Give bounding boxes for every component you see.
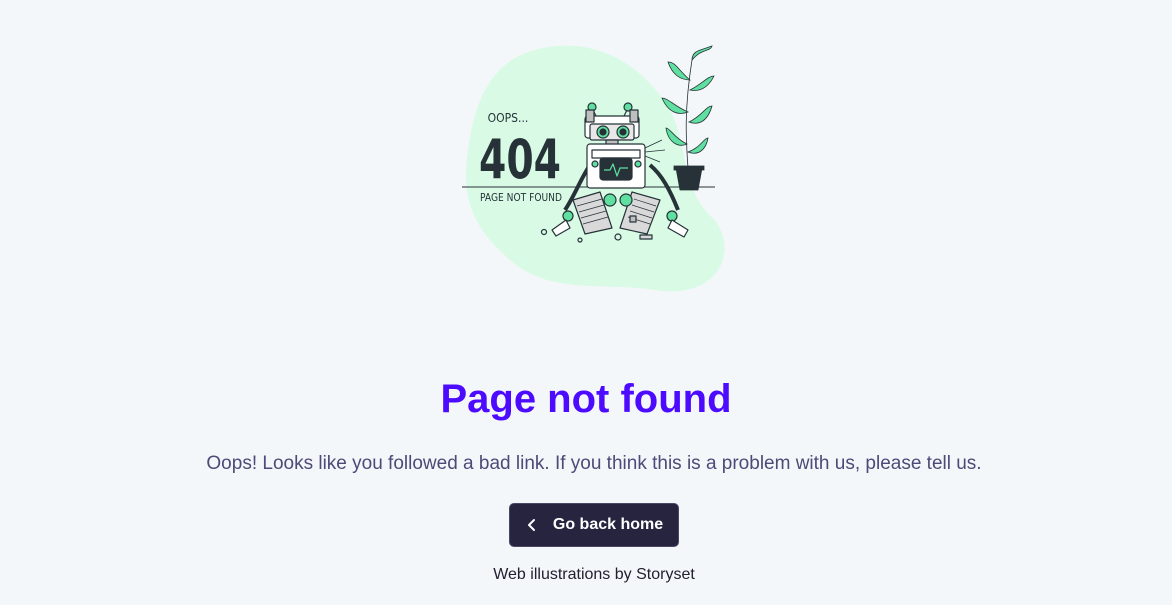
not-found-page: OOPS... 404 PAGE NOT FOUND Page not foun…	[0, 0, 1172, 605]
storyset-link[interactable]: Storyset	[636, 566, 695, 583]
credit-prefix: Web illustrations by	[493, 566, 637, 583]
page-title: Page not found	[440, 377, 732, 421]
oops-text: OOPS...	[488, 111, 529, 125]
go-back-home-label: Go back home	[552, 516, 664, 533]
page-not-found-caption: PAGE NOT FOUND	[480, 191, 562, 204]
code-404-text: 404	[479, 128, 561, 191]
go-back-home-button[interactable]: Go back home	[509, 503, 679, 547]
robot-404-illustration: OOPS... 404 PAGE NOT FOUND	[462, 45, 725, 292]
chevron-left-icon	[525, 518, 539, 532]
error-message: Oops! Looks like you followed a bad link…	[206, 453, 982, 474]
illustration-credit: Web illustrations by Storyset	[0, 565, 1172, 585]
